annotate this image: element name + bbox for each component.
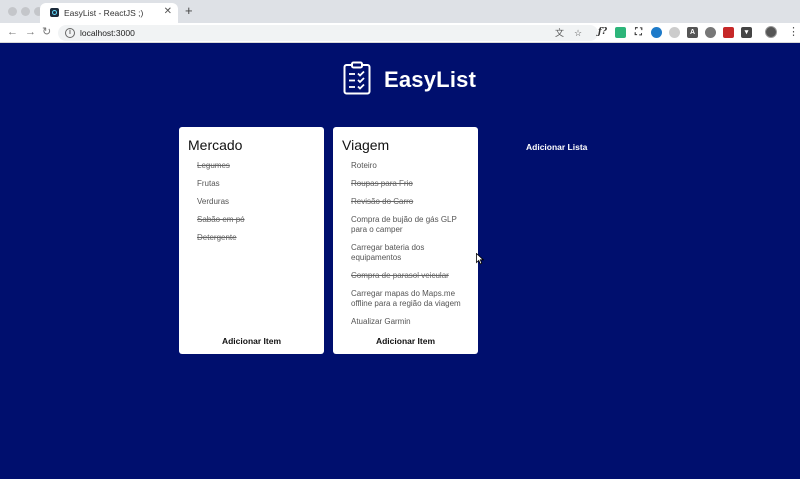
list-item[interactable]: Detergente [197, 233, 319, 243]
menu-kebab-icon[interactable]: ⋮ [788, 25, 799, 39]
back-icon[interactable]: ← [7, 25, 18, 40]
a-ext-icon[interactable]: A [687, 27, 698, 38]
forward-icon[interactable]: → [25, 25, 36, 40]
puzzle-icon[interactable] [615, 27, 626, 38]
list-items: Roteiro Roupas para Frio Revisão do Carro C… [351, 161, 473, 335]
app-title: EasyList [384, 67, 477, 92]
new-tab-icon[interactable]: + [185, 3, 193, 19]
list-item[interactable]: Roupas para Frio [351, 179, 473, 189]
tab-title: EasyList - ReactJS ;) [64, 8, 144, 18]
translate-icon[interactable]: ⽂ [555, 27, 564, 39]
fx-icon[interactable]: ƒ? [597, 27, 608, 38]
info-icon[interactable]: i [65, 28, 75, 38]
list-item[interactable]: Sabão em pó [197, 215, 319, 225]
add-list-button[interactable]: Adicionar Lista [526, 142, 587, 152]
clipboard-checklist-icon [343, 61, 371, 95]
list-item[interactable]: Compra de bujão de gás GLP para o camper [351, 215, 473, 235]
list-card: Viagem Roteiro Roupas para Frio Revisão do… [333, 127, 478, 354]
list-item[interactable]: Frutas [197, 179, 319, 189]
add-item-button[interactable]: Adicionar Item [179, 336, 324, 346]
grey-circle-icon[interactable] [705, 27, 716, 38]
react-favicon-icon [50, 8, 59, 17]
list-item[interactable]: Carregar mapas do Maps.me offline para a… [351, 289, 473, 309]
add-item-button[interactable]: Adicionar Item [333, 336, 478, 346]
list-title: Mercado [188, 137, 243, 153]
reload-icon[interactable]: ↻ [42, 25, 51, 40]
list-item[interactable]: Legumes [197, 161, 319, 171]
list-item[interactable]: Carregar bateria dos equipamentos [351, 243, 473, 263]
address-bar[interactable]: i localhost:3000 ⽂ ☆ [58, 25, 598, 41]
v-ext-icon[interactable]: ▾ [741, 27, 752, 38]
list-item[interactable]: Roteiro [351, 161, 473, 171]
list-item[interactable]: Atualizar Garmin [351, 317, 473, 327]
browser-tab[interactable]: EasyList - ReactJS ;) ✕ [40, 3, 178, 23]
gray-ext-icon[interactable] [669, 27, 680, 38]
list-card: Mercado Legumes Frutas Verduras Sabão em pó… [179, 127, 324, 354]
list-title: Viagem [342, 137, 390, 153]
browser-tabstrip: EasyList - ReactJS ;) ✕ + [0, 0, 800, 23]
mouse-cursor-icon [476, 253, 484, 265]
tab-close-icon[interactable]: ✕ [164, 6, 172, 18]
red-ext-icon[interactable] [723, 27, 734, 38]
window-minimize-dot[interactable] [21, 7, 30, 16]
list-item[interactable]: Revisão do Carro [351, 197, 473, 207]
list-items: Legumes Frutas Verduras Sabão em pó Detergen… [197, 161, 319, 251]
window-close-dot[interactable] [8, 7, 17, 16]
browser-toolbar: ← → ↻ i localhost:3000 ⽂ ☆ ƒ? ⛶ A ▾ ⋮ [0, 23, 800, 43]
star-icon[interactable]: ☆ [574, 27, 582, 39]
list-item[interactable]: Compra de parasol veicular [351, 271, 473, 281]
list-item[interactable]: Verduras [197, 197, 319, 207]
screenshot-icon[interactable]: ⛶ [633, 27, 644, 38]
url-text: localhost:3000 [80, 28, 135, 38]
blue-ext-icon[interactable] [651, 27, 662, 38]
profile-avatar[interactable] [765, 26, 777, 38]
